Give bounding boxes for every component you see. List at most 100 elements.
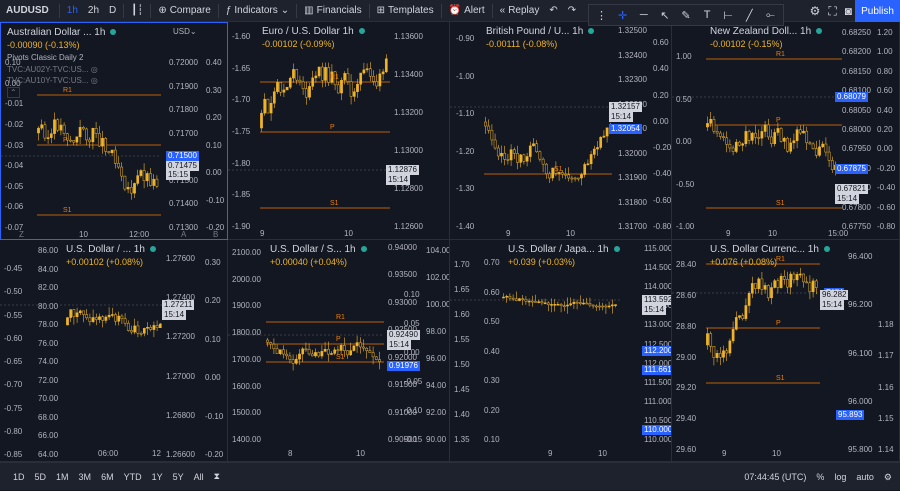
chart-panel-eurusd[interactable]: Euro / U.S. Dollar 1h -0.00102 (-0.09%) … bbox=[228, 22, 450, 240]
chart-canvas[interactable] bbox=[228, 22, 450, 240]
chevron-down-icon: ⌄ bbox=[280, 5, 290, 16]
range-ytd[interactable]: YTD bbox=[119, 472, 147, 482]
chart-panel-usdchf[interactable]: U.S. Dollar / S... 1h +0.00040 (+0.04%) … bbox=[228, 240, 450, 462]
alert-button[interactable]: ⏰ Alert bbox=[444, 0, 490, 22]
compare-button[interactable]: ⊕ Compare bbox=[153, 0, 216, 22]
chart-type-button[interactable]: ┃┆ bbox=[126, 0, 148, 22]
chart-panel-gbpusd[interactable]: British Pound / U... 1h -0.00111 (-0.08%… bbox=[450, 22, 672, 240]
indicators-button[interactable]: ƒ Indicators ⌄ bbox=[221, 0, 294, 22]
camera-icon[interactable]: ◙ bbox=[845, 4, 852, 18]
cursor-tool-icon[interactable]: ↖ bbox=[655, 6, 674, 24]
gear-icon[interactable]: ⚙ bbox=[884, 472, 892, 483]
panel-title: U.S. Dollar / ... 1h bbox=[66, 244, 156, 255]
date-range-icon[interactable]: ⧗ bbox=[209, 471, 225, 482]
chart-panel-usdcad[interactable]: U.S. Dollar / ... 1h +0.00102 (+0.08%) 8… bbox=[0, 240, 228, 462]
price-tag: 15:14 bbox=[387, 340, 412, 350]
interval-1h[interactable]: 1h bbox=[62, 0, 83, 22]
candle-body bbox=[78, 127, 82, 138]
far-axis-tick: -0.40 bbox=[877, 183, 896, 193]
templates-icon: ⊞ bbox=[376, 5, 386, 16]
price-tag: 1.32054 bbox=[609, 124, 642, 134]
divider bbox=[296, 3, 298, 18]
collapse-icon[interactable]: ⌃ bbox=[7, 87, 20, 98]
candle-body bbox=[272, 343, 276, 350]
range-3m[interactable]: 3M bbox=[74, 472, 97, 482]
left-axis-tick: 28.60 bbox=[676, 290, 697, 300]
fullscreen-icon[interactable]: ⛶ bbox=[828, 4, 836, 19]
candle-body bbox=[712, 119, 716, 132]
interval-2h[interactable]: 2h bbox=[83, 0, 104, 22]
candle-body bbox=[763, 285, 767, 290]
candle-body bbox=[722, 136, 725, 139]
replay-button[interactable]: «Replay bbox=[495, 0, 545, 22]
redo-button[interactable]: ↷ bbox=[563, 0, 581, 22]
left-axis-tick: -1.85 bbox=[232, 190, 251, 200]
measure-tool-icon[interactable]: ⊢ bbox=[719, 6, 738, 24]
undo-button[interactable]: ↶ bbox=[544, 0, 562, 22]
candle-body bbox=[381, 71, 385, 75]
chart-panel-audusd[interactable]: Australian Dollar ... 1h -0.00090 (-0.13… bbox=[0, 22, 228, 240]
right-axis-tick: 0.68050 bbox=[842, 105, 871, 115]
text-tool-icon[interactable]: T bbox=[698, 6, 717, 24]
candle-body bbox=[288, 77, 292, 88]
chart-canvas[interactable] bbox=[0, 240, 228, 462]
currency-label[interactable]: USD⌄ bbox=[173, 27, 197, 36]
percent-toggle[interactable]: % bbox=[816, 472, 824, 482]
candle-body bbox=[310, 353, 314, 357]
gear-icon[interactable]: ⚙ bbox=[810, 4, 821, 18]
candle-body bbox=[567, 174, 571, 179]
candle-body bbox=[371, 352, 375, 358]
range-all[interactable]: All bbox=[189, 472, 209, 482]
candle-body bbox=[789, 142, 793, 152]
range-1m[interactable]: 1M bbox=[51, 472, 74, 482]
candle-body bbox=[588, 303, 592, 306]
price-tag: 0.68079 bbox=[835, 92, 868, 102]
templates-button[interactable]: ⊞ Templates bbox=[372, 0, 439, 22]
candle-body bbox=[792, 140, 796, 144]
clock-time[interactable]: 07:44:45 (UTC) bbox=[744, 472, 806, 482]
pane-corner-button[interactable]: B bbox=[213, 230, 218, 239]
horizontal-line-tool-icon[interactable]: ─ bbox=[634, 6, 653, 24]
interval-d[interactable]: D bbox=[104, 0, 121, 22]
pane-corner-button[interactable]: Z bbox=[19, 230, 24, 239]
indicator-pivots[interactable]: Pivots Classic Daily 2 bbox=[7, 53, 83, 62]
ray-tool-icon[interactable]: ⟜ bbox=[761, 6, 780, 24]
chart-panel-usdjpy[interactable]: U.S. Dollar / Japa... 1h +0.039 (+0.03%)… bbox=[450, 240, 672, 462]
far-axis-tick: 0.20 bbox=[877, 125, 893, 134]
log-toggle[interactable]: log bbox=[834, 472, 846, 482]
trend-line-tool-icon[interactable]: ╱ bbox=[740, 6, 759, 24]
pane-corner-button[interactable]: A bbox=[181, 230, 186, 239]
brush-tool-icon[interactable]: ✎ bbox=[676, 6, 695, 24]
divider bbox=[217, 3, 219, 18]
drag-handle-icon[interactable]: ⋮ bbox=[592, 6, 611, 24]
mid-axis-tick: 0.50 bbox=[484, 317, 500, 326]
chart-panel-nzdusd[interactable]: New Zealand Doll... 1h -0.00102 (-0.15%)… bbox=[672, 22, 900, 240]
candle-body bbox=[374, 356, 378, 360]
range-1d[interactable]: 1D bbox=[8, 472, 30, 482]
symbol-search[interactable]: AUDUSD bbox=[0, 0, 57, 22]
indicator-au02y[interactable]: TVC:AU02Y-TVC:US... ◎ bbox=[7, 65, 98, 74]
range-5d[interactable]: 5D bbox=[30, 472, 52, 482]
candle-body bbox=[298, 79, 302, 83]
far-axis-tick: 1.00 bbox=[877, 47, 893, 57]
right-axis-tick: 1.32500 bbox=[618, 26, 647, 35]
time-axis-tick: 10 bbox=[772, 449, 781, 458]
publish-button[interactable]: Publish bbox=[855, 0, 900, 22]
range-1y[interactable]: 1Y bbox=[147, 472, 168, 482]
candle-body bbox=[569, 303, 573, 306]
crosshair-tool-icon[interactable]: ✛ bbox=[613, 6, 632, 24]
left-axis-tick: 1.55 bbox=[454, 335, 470, 344]
chart-panel-dxy[interactable]: U.S. Dollar Currenc... 1h +0.076 (+0.08%… bbox=[672, 240, 900, 462]
mid-axis-tick: 0.71400 bbox=[169, 199, 198, 209]
range-5y[interactable]: 5Y bbox=[168, 472, 189, 482]
range-6m[interactable]: 6M bbox=[96, 472, 119, 482]
pivot-label-p: P bbox=[330, 124, 335, 131]
candle-body bbox=[282, 349, 285, 355]
auto-toggle[interactable]: auto bbox=[856, 472, 874, 482]
financials-button[interactable]: ▥ Financials bbox=[299, 0, 366, 22]
candle-body bbox=[91, 128, 95, 143]
indicator-au10y[interactable]: TVC:AU10Y-TVC:US... ◎ bbox=[7, 76, 98, 85]
right-axis-tick: -0.10 bbox=[206, 195, 225, 205]
time-axis-tick: 12 bbox=[152, 449, 161, 458]
candle-body bbox=[155, 325, 159, 328]
